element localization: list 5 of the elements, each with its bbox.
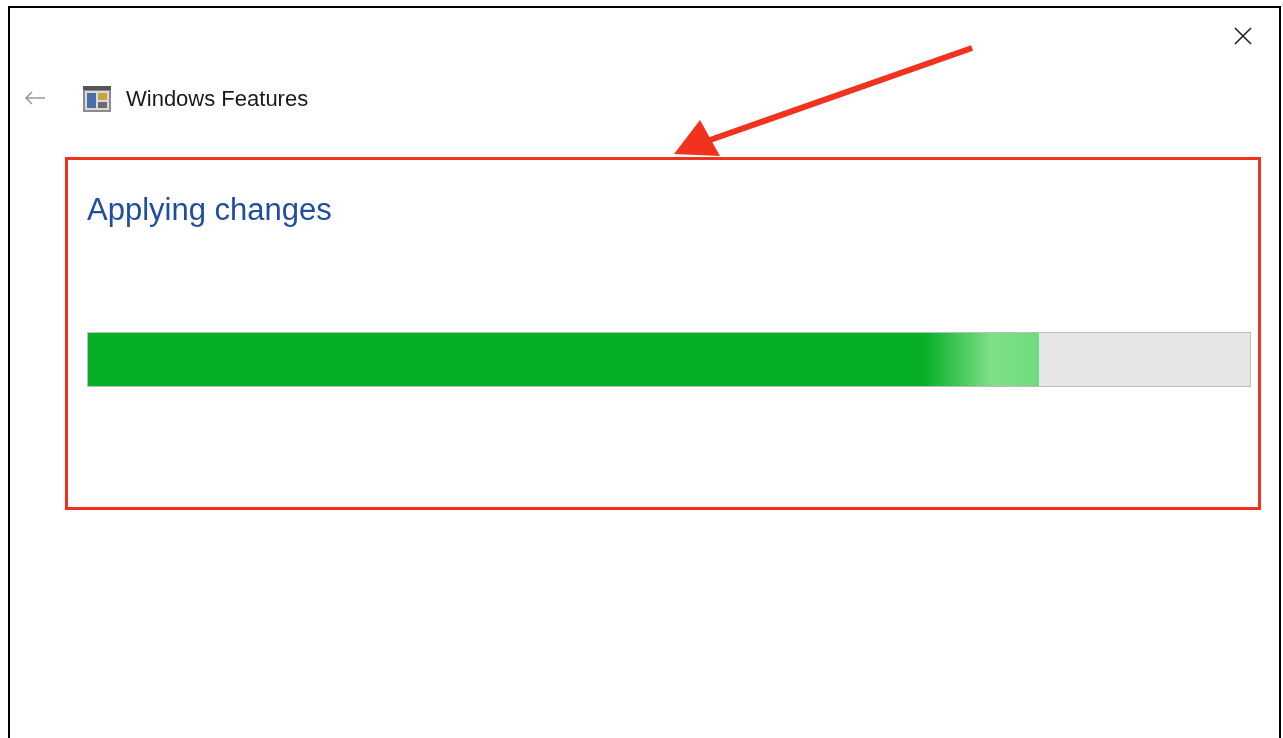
close-icon: [1234, 27, 1252, 45]
window-title: Windows Features: [126, 84, 309, 113]
back-arrow-icon: [24, 91, 46, 105]
window-box-icon: [82, 83, 112, 113]
status-heading: Applying changes: [87, 191, 333, 229]
